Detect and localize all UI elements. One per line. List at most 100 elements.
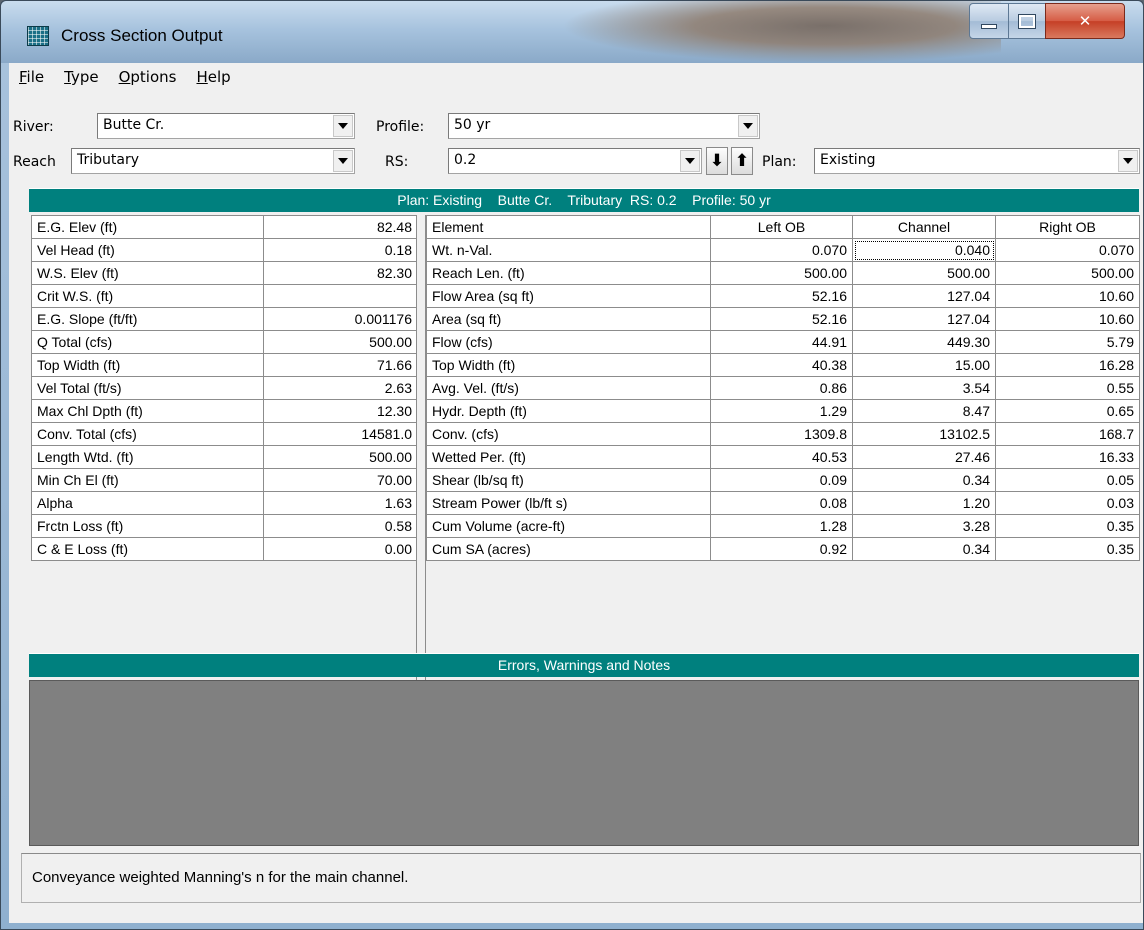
cell-value[interactable]: 52.16 [710,284,853,308]
cell-value[interactable]: 0.65 [995,399,1140,423]
cell-value[interactable]: 52.16 [710,307,853,331]
row-value[interactable]: 82.48 [263,215,418,239]
row-label[interactable]: Hydr. Depth (ft) [426,399,711,423]
cell-value[interactable]: 1309.8 [710,422,853,446]
reach-select[interactable]: Tributary [71,148,355,174]
row-value[interactable]: 0.001176 [263,307,418,331]
cell-value[interactable]: 0.34 [852,468,996,492]
profile-select[interactable]: 50 yr [448,113,760,139]
row-label[interactable]: Flow Area (sq ft) [426,284,711,308]
cell-value[interactable]: 3.54 [852,376,996,400]
cell-value[interactable]: 0.86 [710,376,853,400]
cell-value[interactable]: 500.00 [852,261,996,285]
cell-value[interactable]: 168.7 [995,422,1140,446]
chevron-down-icon[interactable] [738,115,758,137]
row-label[interactable]: Wt. n-Val. [426,238,711,262]
cell-value[interactable]: 500.00 [995,261,1140,285]
river-select[interactable]: Butte Cr. [97,113,355,139]
cell-value[interactable]: 3.28 [852,514,996,538]
row-label[interactable]: Reach Len. (ft) [426,261,711,285]
row-label[interactable]: Max Chl Dpth (ft) [31,399,264,423]
title-bar[interactable]: Cross Section Output ✕ [1,1,1143,63]
row-label[interactable]: Cum SA (acres) [426,537,711,561]
chevron-down-icon[interactable] [333,115,353,137]
row-label[interactable]: Crit W.S. (ft) [31,284,264,308]
cell-value[interactable]: 0.09 [710,468,853,492]
plan-select[interactable]: Existing [814,148,1140,174]
row-label[interactable]: C & E Loss (ft) [31,537,264,561]
cell-value[interactable]: 10.60 [995,307,1140,331]
chevron-down-icon[interactable] [1118,150,1138,172]
cell-value[interactable]: 27.46 [852,445,996,469]
row-value[interactable]: 0.18 [263,238,418,262]
row-label[interactable]: Top Width (ft) [426,353,711,377]
cell-value[interactable]: 1.28 [710,514,853,538]
cell-value[interactable]: 40.38 [710,353,853,377]
next-up-button[interactable]: ⬆ [731,147,753,175]
cell-value[interactable]: 8.47 [852,399,996,423]
row-label[interactable]: Min Ch El (ft) [31,468,264,492]
cell-value[interactable]: 0.040 [852,238,996,262]
next-down-button[interactable]: ⬇ [706,147,728,175]
menu-options[interactable]: Options [119,68,177,86]
row-label[interactable]: Frctn Loss (ft) [31,514,264,538]
cell-value[interactable]: 0.070 [710,238,853,262]
row-label[interactable]: Conv. Total (cfs) [31,422,264,446]
row-label[interactable]: Top Width (ft) [31,353,264,377]
maximize-button[interactable] [1008,3,1046,39]
cell-value[interactable]: 1.29 [710,399,853,423]
cell-value[interactable]: 16.28 [995,353,1140,377]
row-label[interactable]: Stream Power (lb/ft s) [426,491,711,515]
cell-value[interactable]: 0.92 [710,537,853,561]
cell-value[interactable]: 0.35 [995,514,1140,538]
cell-value[interactable]: 0.55 [995,376,1140,400]
cell-value[interactable]: 500.00 [710,261,853,285]
row-label[interactable]: Cum Volume (acre-ft) [426,514,711,538]
row-value[interactable]: 2.63 [263,376,418,400]
cell-value[interactable]: 0.08 [710,491,853,515]
cell-value[interactable]: 0.03 [995,491,1140,515]
row-label[interactable]: Alpha [31,491,264,515]
cell-value[interactable]: 0.070 [995,238,1140,262]
row-value[interactable] [263,284,418,308]
cell-value[interactable]: 1.20 [852,491,996,515]
row-label[interactable]: W.S. Elev (ft) [31,261,264,285]
row-label[interactable]: Shear (lb/sq ft) [426,468,711,492]
minimize-button[interactable] [969,3,1009,39]
row-value[interactable]: 12.30 [263,399,418,423]
cell-value[interactable]: 449.30 [852,330,996,354]
row-value[interactable]: 0.58 [263,514,418,538]
cell-value[interactable]: 0.05 [995,468,1140,492]
menu-help[interactable]: Help [196,68,230,86]
row-label[interactable]: Vel Total (ft/s) [31,376,264,400]
row-value[interactable]: 70.00 [263,468,418,492]
row-label[interactable]: E.G. Slope (ft/ft) [31,307,264,331]
row-value[interactable]: 0.00 [263,537,418,561]
cell-value[interactable]: 13102.5 [852,422,996,446]
cell-value[interactable]: 127.04 [852,307,996,331]
row-label[interactable]: Area (sq ft) [426,307,711,331]
row-value[interactable]: 1.63 [263,491,418,515]
column-header[interactable]: Right OB [995,215,1140,239]
row-label[interactable]: Conv. (cfs) [426,422,711,446]
row-label[interactable]: Wetted Per. (ft) [426,445,711,469]
chevron-down-icon[interactable] [680,150,700,172]
row-label[interactable]: Q Total (cfs) [31,330,264,354]
cell-value[interactable]: 40.53 [710,445,853,469]
cell-value[interactable]: 15.00 [852,353,996,377]
row-value[interactable]: 82.30 [263,261,418,285]
cell-value[interactable]: 10.60 [995,284,1140,308]
rs-select[interactable]: 0.2 [448,148,702,174]
row-label[interactable]: Vel Head (ft) [31,238,264,262]
column-header[interactable]: Element [426,215,711,239]
row-label[interactable]: Length Wtd. (ft) [31,445,264,469]
chevron-down-icon[interactable] [333,150,353,172]
row-value[interactable]: 500.00 [263,330,418,354]
row-value[interactable]: 14581.0 [263,422,418,446]
row-label[interactable]: Flow (cfs) [426,330,711,354]
cell-value[interactable]: 5.79 [995,330,1140,354]
row-label[interactable]: E.G. Elev (ft) [31,215,264,239]
column-header[interactable]: Left OB [710,215,853,239]
menu-file[interactable]: File [19,68,44,86]
cell-value[interactable]: 44.91 [710,330,853,354]
